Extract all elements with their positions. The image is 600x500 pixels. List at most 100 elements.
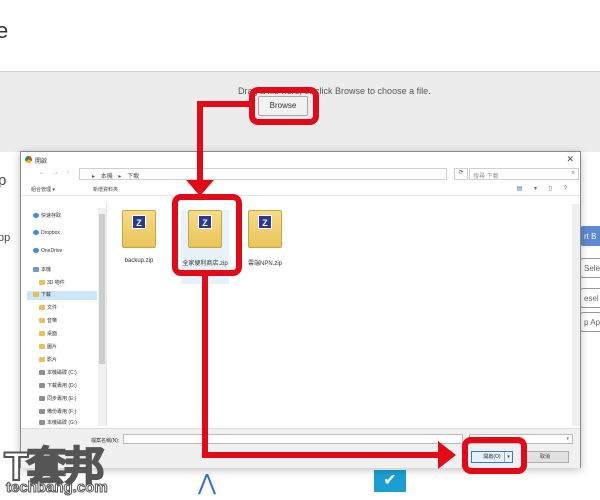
arrow-line [202, 452, 442, 458]
star-icon [33, 213, 39, 218]
watermark: T套邦 techbang.com [0, 430, 170, 500]
nav-item-pictures[interactable]: 圖片 [39, 343, 57, 352]
nav-item-label: 本機磁碟 (G:) [47, 420, 77, 426]
nav-item-label: 桌面 [47, 331, 58, 337]
nav-item-label: 備份專用 (F:) [47, 409, 77, 415]
nav-item-drive-c[interactable]: 本機磁碟 (C:) [39, 369, 77, 378]
breadcrumb-sep-icon: ▸ [118, 174, 122, 180]
cancel-button[interactable]: 取消 [521, 451, 569, 463]
nav-item-drive-d[interactable]: 下載專用 (D:) [39, 382, 77, 391]
background-pill: p Ap [580, 312, 600, 332]
nav-item-label: 下載 [41, 292, 52, 298]
watermark-url: techbang.com [6, 479, 109, 497]
check-icon: ✔ [374, 470, 406, 492]
chrome-icon [25, 156, 32, 163]
caret-icon: ⋀ [198, 470, 217, 495]
organize-button[interactable]: 組合管理 ▾ [31, 186, 55, 193]
folder-icon [39, 357, 45, 362]
arrow-line [197, 101, 203, 183]
background-pill: esel [580, 288, 600, 308]
new-folder-button[interactable]: 新增資料夾 [93, 186, 118, 193]
nav-item-dropbox[interactable]: Dropbox [33, 230, 60, 239]
dialog-titlebar: 開啟 ✕ [21, 152, 580, 167]
nav-item-videos[interactable]: 影片 [39, 356, 57, 365]
zip-file-icon: Z [122, 210, 156, 248]
highlight-zip-file [172, 194, 242, 276]
dialog-toolbar: 組合管理 ▾ 新增資料夾 ▤ ▾ ▯ ? [21, 182, 580, 196]
nav-item-label: 影片 [47, 357, 58, 363]
drive-icon [39, 383, 45, 388]
arrow-right-icon [438, 441, 456, 469]
arrow-line [202, 274, 208, 454]
drive-icon [39, 409, 45, 414]
nav-item-label: 下載專用 (D:) [47, 383, 77, 389]
folder-icon [39, 318, 45, 323]
background-pill: rt B [580, 226, 600, 246]
nav-item-label: Dropbox [41, 230, 60, 236]
highlight-browse [249, 87, 319, 125]
nav-item-label: 本機磁碟 (C:) [47, 370, 77, 376]
cloud-icon [33, 248, 39, 253]
arrow-line [197, 101, 252, 107]
file-name: backup.zip [124, 258, 154, 264]
background-right-strip: rt B Sele esel p Ap [580, 152, 600, 500]
close-icon[interactable]: ✕ [566, 154, 574, 165]
nav-item-label: 本機 [41, 267, 52, 273]
search-input[interactable]: 搜尋 下載 ⌕ [469, 168, 579, 180]
file-list-scrollbar[interactable] [572, 204, 580, 426]
nav-item-label: 同步專用 (E:) [47, 396, 77, 402]
nav-item-label: 文件 [47, 305, 58, 311]
nav-item-drive-e[interactable]: 同步專用 (E:) [39, 395, 76, 404]
background-fragment: pp [0, 232, 11, 244]
file-item-cloud-npn[interactable]: Z 雲端NPN.zip [243, 210, 287, 284]
search-placeholder: 搜尋 下載 [473, 174, 499, 180]
highlight-open-button [462, 437, 527, 474]
drive-icon [39, 370, 45, 375]
nav-item-onedrive[interactable]: OneDrive [33, 248, 62, 257]
nav-item-label: OneDrive [41, 248, 63, 254]
breadcrumb-item[interactable]: 本機 [101, 174, 113, 180]
nav-item-label: 音樂 [47, 318, 58, 324]
nav-item-label: 3D 物件 [47, 280, 65, 286]
folder-icon [39, 305, 45, 310]
refresh-icon[interactable]: ⟳ [454, 168, 468, 180]
folder-icon [39, 280, 45, 285]
folder-icon [39, 344, 45, 349]
address-bar[interactable]: ▸ 本機 ▸ 下載 [79, 168, 447, 180]
search-icon: ⌕ [571, 170, 575, 176]
chevron-down-icon: ▾ [566, 436, 569, 442]
file-name: 雲端NPN.zip [247, 261, 282, 267]
nav-item-desktop[interactable]: 桌面 [39, 330, 57, 339]
computer-icon [33, 267, 39, 272]
scroll-thumb[interactable] [99, 214, 105, 364]
nav-item-3d-objects[interactable]: 3D 物件 [39, 279, 65, 288]
zip-file-icon: Z [248, 210, 282, 248]
file-item-backup[interactable]: Z backup.zip [117, 210, 161, 284]
nav-arrows-icon[interactable]: ← → ↑ [39, 170, 72, 176]
background-header: e [0, 0, 600, 72]
nav-item-label: 圖片 [47, 344, 58, 350]
address-row: ← → ↑ ▸ 本機 ▸ 下載 ⟳ 搜尋 下載 ⌕ [21, 167, 580, 182]
nav-item-documents[interactable]: 文件 [39, 304, 57, 313]
navigation-pane: 快速存取 Dropbox OneDrive 本機 3D 物件 下載 文件 音樂 … [21, 204, 107, 426]
nav-item-this-pc[interactable]: 本機 [33, 266, 51, 275]
nav-item-drive-f[interactable]: 備份專用 (F:) [39, 408, 76, 417]
dialog-title: 開啟 [35, 159, 48, 165]
nav-item-music[interactable]: 音樂 [39, 317, 57, 326]
background-pill: Sele [580, 258, 600, 278]
nav-item-downloads[interactable]: 下載 [27, 291, 97, 300]
download-folder-icon [33, 292, 39, 297]
background-fragment: p [0, 172, 7, 189]
nav-scrollbar[interactable] [98, 208, 106, 426]
nav-item-drive-g[interactable]: 本機磁碟 (G:) [39, 419, 77, 428]
background-title: e [0, 18, 9, 43]
drive-icon [39, 420, 45, 425]
filename-input[interactable] [123, 434, 463, 444]
nav-item-label: 快速存取 [41, 213, 62, 219]
breadcrumb-item[interactable]: 下載 [127, 174, 139, 180]
open-file-dialog: 開啟 ✕ ← → ↑ ▸ 本機 ▸ 下載 ⟳ 搜尋 下載 ⌕ 組合管理 ▾ 新增… [20, 151, 581, 468]
nav-item-quick-access[interactable]: 快速存取 [33, 212, 61, 221]
drive-icon [39, 396, 45, 401]
breadcrumb-sep-icon: ▸ [92, 174, 96, 180]
view-options-icon[interactable]: ▤ ▾ ▯ ? [517, 185, 572, 192]
